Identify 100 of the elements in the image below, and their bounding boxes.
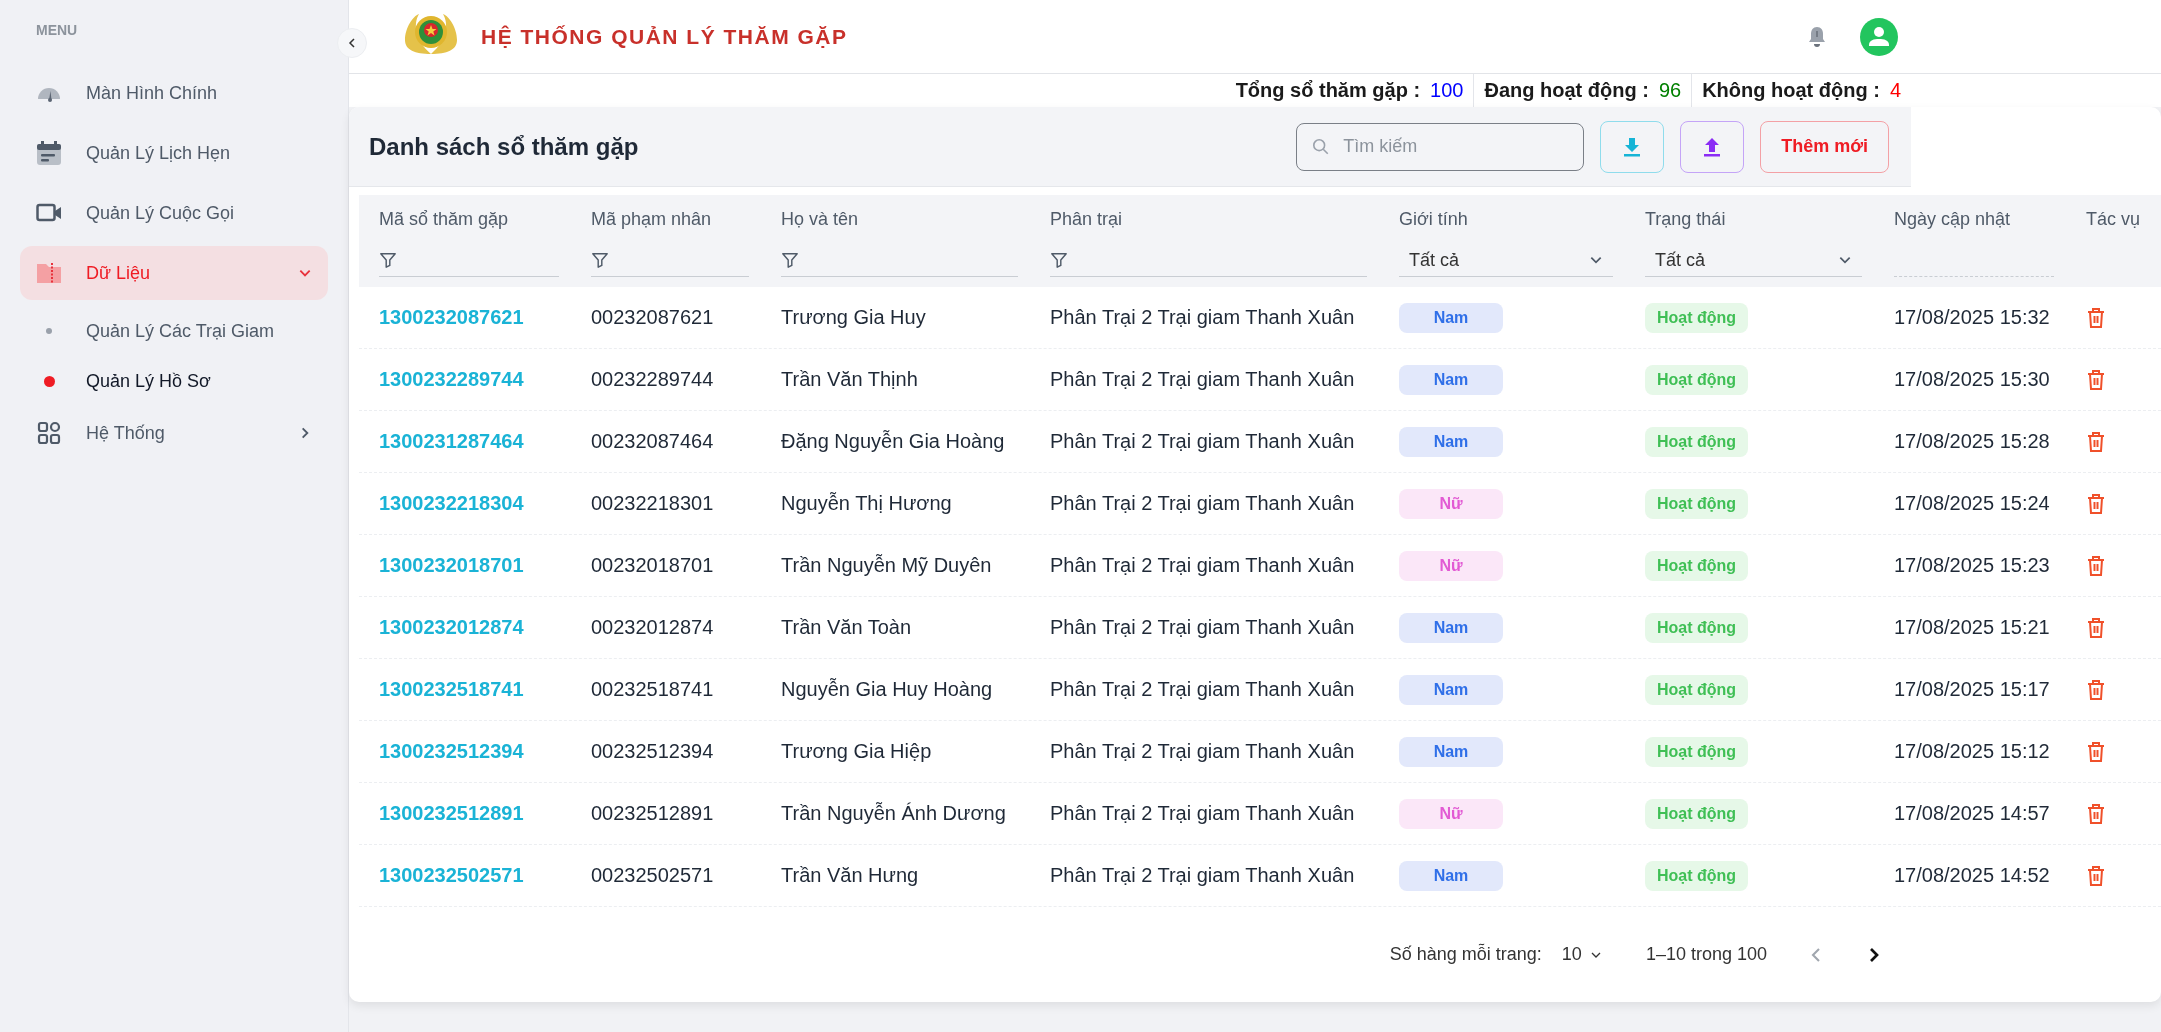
sidebar-item[interactable]: Dữ Liệu [20,246,328,300]
filter-icon [1050,251,1068,269]
record-code-link[interactable]: 1300232289744 [379,368,524,391]
gender-tag: Nam [1399,674,1503,705]
delete-icon[interactable] [2086,802,2106,825]
bullet-icon [43,375,55,387]
record-code-link[interactable]: 1300232218304 [379,492,524,515]
gender-tag: Nam [1399,426,1503,457]
stat-label: Không hoạt động : [1702,79,1880,102]
table-cell: 00232087464 [591,430,714,453]
table-cell: Phân Trại 2 Trại giam Thanh Xuân [1050,616,1355,639]
column-header: Giới tính [1399,209,1469,230]
sidebar-item[interactable]: Quản Lý Cuộc Gọi [20,186,328,240]
table-cell: Trương Gia Huy [781,306,926,329]
record-code-link[interactable]: 1300232087621 [379,306,524,329]
record-code-link[interactable]: 1300232512394 [379,740,524,763]
table-cell: 17/08/2025 15:17 [1894,678,2050,701]
gender-tag: Nữ [1399,798,1503,829]
delete-icon[interactable] [2086,492,2106,515]
column-header: Mã phạm nhân [591,209,713,230]
gender-tag: Nam [1399,302,1503,333]
table-cell: 17/08/2025 15:28 [1894,430,2050,453]
gender-tag: Nam [1399,612,1503,643]
status-tag: Hoạt động [1645,860,1749,891]
table-cell: 00232018701 [591,554,714,577]
table-cell: Trần Văn Thịnh [781,368,918,391]
record-code-link[interactable]: 1300232512891 [379,802,524,825]
column-header: Trạng thái [1645,209,1727,230]
table-cell: 17/08/2025 14:57 [1894,802,2050,825]
grid-icon [36,420,62,446]
stat-value: 100 [1430,79,1464,102]
table-cell: Phân Trại 2 Trại giam Thanh Xuân [1050,802,1355,825]
gender-tag: Nữ [1399,488,1503,519]
stat-label: Tổng sổ thăm gặp : [1235,79,1421,102]
nav-label: Màn Hình Chính [86,82,218,104]
record-code-link[interactable]: 1300232018701 [379,554,524,577]
delete-icon[interactable] [2086,430,2106,453]
column-header: Phân trại [1050,209,1124,230]
column-header: Tác vụ [2086,209,2142,230]
table-cell: Đặng Nguyễn Gia Hoàng [781,430,1005,453]
filter-icon [781,251,799,269]
delete-icon[interactable] [2086,616,2106,639]
table-cell: 00232512394 [591,740,714,763]
search-field[interactable]: Tìm kiếm [1296,122,1585,171]
table-cell: Phân Trại 2 Trại giam Thanh Xuân [1050,430,1355,453]
column-filter-dropdown[interactable]: Tất cả [1645,244,1862,277]
rows-per-page-label: Số hàng mỗi trang: [1389,944,1542,965]
delete-icon[interactable] [2086,554,2106,577]
gender-tag: Nam [1399,860,1503,891]
delete-icon[interactable] [2086,864,2106,887]
status-tag: Hoạt động [1645,674,1749,705]
sidebar-subitem[interactable]: Quản Lý Các Trại Giam [20,306,328,356]
status-tag: Hoạt động [1645,364,1749,395]
stat-value: 4 [1889,79,1901,102]
page-range: 1–10 trong 100 [1645,944,1767,965]
app-title: HỆ THỐNG QUẢN LÝ THĂM GẶP [481,24,848,49]
sidebar-item[interactable]: Hệ Thống [20,406,328,460]
card-title: Danh sách sổ thăm gặp [369,132,639,161]
sidebar-item[interactable]: Quản Lý Lịch Hẹn [20,126,328,180]
record-code-link[interactable]: 1300232012874 [379,616,524,639]
table-cell: 00232012874 [591,616,714,639]
nav-label: Quản Lý Lịch Hẹn [86,142,231,164]
table-cell: 17/08/2025 15:23 [1894,554,2050,577]
table-cell: 00232512891 [591,802,714,825]
delete-icon[interactable] [2086,740,2106,763]
download-button[interactable] [1600,120,1665,173]
nav-label: Quản Lý Cuộc Gọi [86,202,235,224]
rows-per-page-dropdown[interactable]: 10 [1561,944,1602,965]
status-tag: Hoạt động [1645,488,1749,519]
delete-icon[interactable] [2086,678,2106,701]
table-cell: Phân Trại 2 Trại giam Thanh Xuân [1050,740,1355,763]
status-tag: Hoạt động [1645,550,1749,581]
menu-heading: MENU [35,22,79,38]
table-cell: 17/08/2025 15:24 [1894,492,2050,515]
filter-icon [591,251,609,269]
stat-label: Đang hoạt động : [1484,79,1649,102]
filter-icon [379,251,397,269]
record-code-link[interactable]: 1300232502571 [379,864,524,887]
record-code-link[interactable]: 1300231287464 [379,430,524,453]
table-cell: Trần Văn Toàn [781,616,912,639]
column-filter-dropdown[interactable]: Tất cả [1399,244,1613,277]
folder-icon [36,260,62,286]
table-cell: 00232289744 [591,368,714,391]
nav-label: Quản Lý Hồ Sơ [86,370,211,392]
table-cell: Nguyễn Gia Huy Hoàng [781,678,993,701]
table-cell: Phân Trại 2 Trại giam Thanh Xuân [1050,492,1355,515]
chevron-left-icon [346,37,358,49]
delete-icon[interactable] [2086,368,2106,391]
upload-button[interactable] [1680,120,1745,173]
sidebar-item[interactable]: Màn Hình Chính [20,66,328,120]
table-cell: Phân Trại 2 Trại giam Thanh Xuân [1050,306,1355,329]
table-cell: 17/08/2025 15:21 [1894,616,2050,639]
add-new-button[interactable]: Thêm mới [1760,120,1889,173]
table-cell: Phân Trại 2 Trại giam Thanh Xuân [1050,368,1355,391]
sidebar-subitem[interactable]: Quản Lý Hồ Sơ [20,356,328,406]
stat-value: 96 [1658,79,1682,102]
table-cell: Phân Trại 2 Trại giam Thanh Xuân [1050,864,1355,887]
record-code-link[interactable]: 1300232518741 [379,678,524,701]
table-cell: Nguyễn Thị Hương [781,492,952,515]
delete-icon[interactable] [2086,306,2106,329]
